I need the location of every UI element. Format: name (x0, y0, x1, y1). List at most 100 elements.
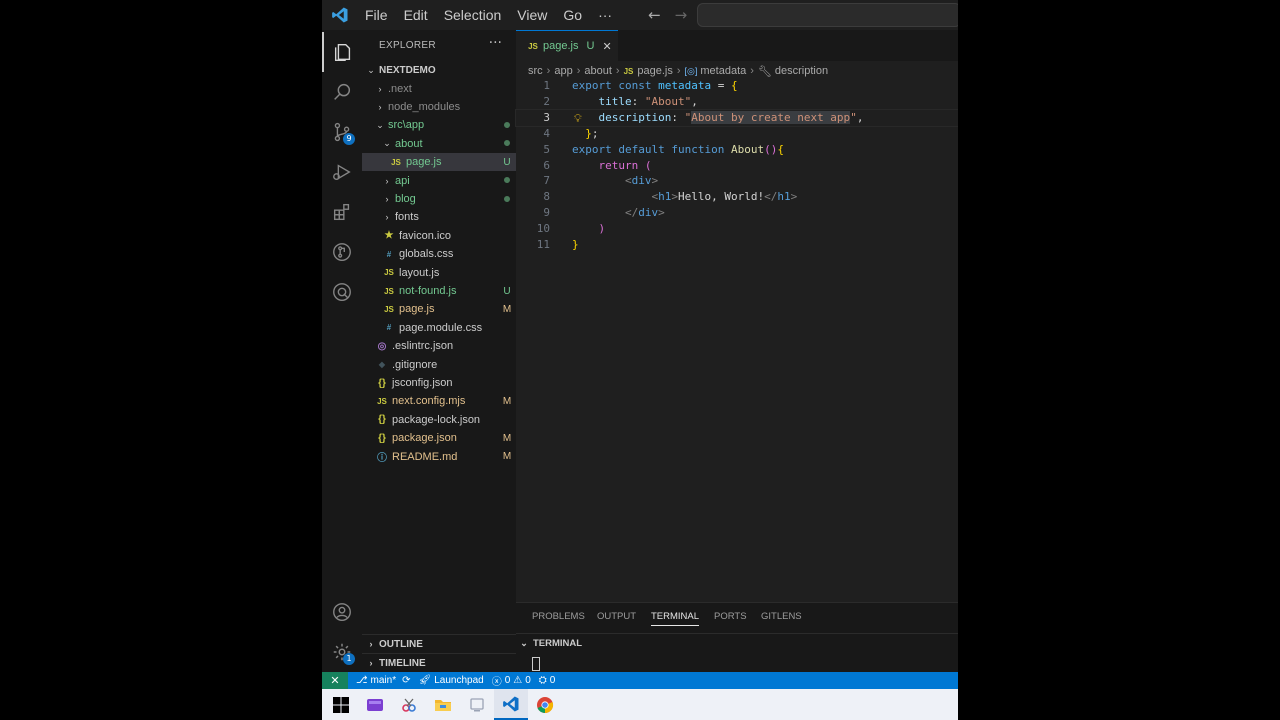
tree-item[interactable]: ⌄ src\app (362, 116, 516, 134)
tree-item[interactable]: JS layout.js (362, 264, 516, 282)
timeline-section[interactable]: › TIMELINE (362, 653, 516, 672)
breadcrumb-app[interactable]: app (554, 65, 572, 77)
remote-indicator[interactable]: ✕ (322, 672, 348, 689)
vscode-window: File Edit Selection View Go ··· ← → 9 1 … (322, 0, 958, 720)
panel-tab-gitlens[interactable]: GITLENS (761, 611, 802, 622)
line-number: 2 (543, 94, 550, 108)
status-bar: ✕ ⎇ main* ⟳ 🚀︎ Launchpad ⓧ 0 ⚠︎ 0 ⛭ 0 (322, 672, 958, 689)
menu-selection[interactable]: Selection (444, 7, 502, 23)
editor-tab-bar: JS page.js U ✕ (516, 30, 958, 61)
menu-more[interactable]: ··· (598, 7, 612, 23)
file-type-icon: ★ (384, 230, 394, 242)
tree-item[interactable]: › api (362, 172, 516, 190)
breadcrumb-property[interactable]: description (775, 65, 828, 77)
panel-tab-problems[interactable]: PROBLEMS (532, 611, 585, 622)
code-line[interactable]: 5 export default function About(){ (516, 142, 958, 158)
panel-tab-ports[interactable]: PORTS (714, 611, 747, 622)
app-purple-icon[interactable] (358, 689, 392, 720)
gitlens-icon[interactable] (322, 232, 362, 272)
ports-item[interactable]: ⛭ 0 (539, 675, 556, 686)
arrow-right-icon[interactable]: → (675, 6, 688, 24)
panel-tab-output[interactable]: OUTPUT (597, 611, 636, 622)
outline-section[interactable]: › OUTLINE (362, 634, 516, 653)
tree-item[interactable]: ★ favicon.ico (362, 227, 516, 245)
explorer-more-icon[interactable]: ··· (489, 35, 502, 51)
error-count: 0 (504, 675, 511, 686)
menu-file[interactable]: File (365, 7, 388, 23)
close-icon[interactable]: ✕ (602, 40, 611, 53)
breadcrumb-symbol[interactable]: metadata (700, 65, 746, 77)
manage-badge: 1 (343, 653, 355, 665)
explorer-root-folder[interactable]: ⌄ NEXTDEMO (362, 61, 516, 79)
tree-item[interactable]: JS page.js M (362, 300, 516, 318)
tree-item[interactable]: › node_modules (362, 98, 516, 116)
code-line[interactable]: 11} (516, 237, 958, 253)
code-line[interactable]: 6 return ( (516, 158, 958, 174)
arrow-left-icon[interactable]: ← (648, 6, 661, 24)
tree-item[interactable]: # page.module.css (362, 319, 516, 337)
code-line[interactable]: 7 <div> (516, 173, 958, 189)
branch-item[interactable]: ⎇ main* ⟳ (356, 675, 411, 686)
tree-item[interactable]: › .next (362, 80, 516, 98)
launchpad-label: Launchpad (434, 675, 484, 686)
code-line[interactable]: 1 export const metadata = { (516, 78, 958, 94)
tree-item[interactable]: › fonts (362, 208, 516, 226)
tree-item[interactable]: JS next.config.mjs M (362, 392, 516, 410)
file-type-icon: {} (378, 377, 386, 389)
tree-item[interactable]: › blog (362, 190, 516, 208)
code-line[interactable]: 8 <h1>Hello, World!</h1> (516, 189, 958, 205)
extensions-icon[interactable] (322, 192, 362, 232)
breadcrumb-about[interactable]: about (584, 65, 612, 77)
tree-item[interactable]: {} package-lock.json (362, 411, 516, 429)
windows-start-icon[interactable] (324, 689, 358, 720)
menu-view[interactable]: View (517, 7, 547, 23)
terminal-header[interactable]: ⌄ TERMINAL (516, 633, 958, 652)
tree-item[interactable]: JS page.js U (362, 153, 516, 172)
breadcrumb-file[interactable]: page.js (637, 65, 672, 77)
account-icon[interactable] (322, 592, 362, 632)
tree-item[interactable]: ◆ .gitignore (362, 356, 516, 374)
file-type-icon: ◆ (378, 360, 386, 370)
editor-tab-page-js[interactable]: JS page.js U ✕ (516, 30, 618, 61)
title-bar: File Edit Selection View Go ··· ← → (322, 0, 958, 30)
menu-go[interactable]: Go (563, 7, 582, 23)
sync-icon[interactable]: ⟳ (402, 675, 410, 686)
snipping-tool-icon[interactable] (392, 689, 426, 720)
run-debug-icon[interactable] (322, 152, 362, 192)
tree-item[interactable]: ⌄ about (362, 135, 516, 153)
tree-item[interactable]: ⓘ README.md M (362, 448, 516, 466)
menu-edit[interactable]: Edit (404, 7, 428, 23)
app-generic-icon[interactable] (460, 689, 494, 720)
problems-item[interactable]: ⓧ 0 ⚠︎ 0 (492, 673, 531, 688)
manage-gear-icon[interactable]: 1 (322, 632, 362, 672)
tree-item[interactable]: JS not-found.js U (362, 282, 516, 300)
file-explorer-icon[interactable] (426, 689, 460, 720)
command-center-search[interactable] (697, 3, 958, 27)
file-type-icon: JS (384, 286, 394, 296)
code-line[interactable]: 3 💡︎ description: "About by create next a… (515, 108, 958, 127)
code-line[interactable]: 9 </div> (516, 205, 958, 221)
chrome-icon[interactable] (528, 689, 562, 720)
git-status-badge: M (502, 451, 512, 463)
explorer-icon[interactable] (322, 32, 362, 72)
tree-item[interactable]: # globals.css (362, 245, 516, 263)
search-icon[interactable] (322, 72, 362, 112)
line-number: 6 (543, 158, 550, 172)
tree-item-label: .eslintrc.json (392, 340, 454, 353)
launchpad-item[interactable]: 🚀︎ Launchpad (419, 675, 484, 686)
panel-tab-terminal[interactable]: TERMINAL (651, 611, 700, 626)
terminal-cursor[interactable] (532, 657, 540, 671)
tree-item[interactable]: {} jsconfig.json (362, 374, 516, 392)
code-line[interactable]: 2 title: "About", (516, 94, 958, 110)
remote-icon[interactable] (322, 272, 362, 312)
tree-item-label: README.md (392, 450, 458, 463)
code-line[interactable]: 4 }; (516, 126, 958, 142)
source-control-icon[interactable]: 9 (322, 112, 362, 152)
code-line[interactable]: 10 ) (516, 221, 958, 237)
tree-item-label: .next (388, 82, 412, 95)
tree-item[interactable]: ◎ .eslintrc.json (362, 337, 516, 355)
vscode-icon[interactable] (494, 689, 528, 720)
breadcrumb-src[interactable]: src (528, 65, 543, 77)
tree-item[interactable]: {} package.json M (362, 429, 516, 447)
tree-item-label: package.json (392, 432, 457, 445)
